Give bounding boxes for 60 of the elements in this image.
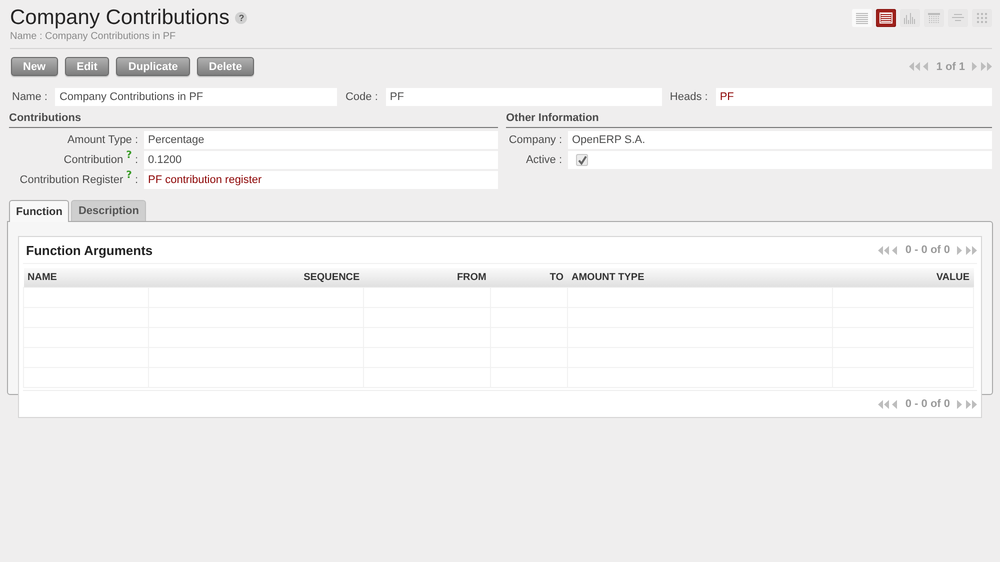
bar-chart-icon	[903, 12, 917, 24]
column-header[interactable]: SEQUENCE	[148, 268, 364, 288]
colon: :	[134, 154, 138, 166]
view-switch-button[interactable]	[852, 9, 872, 27]
record-counter: 1 of 1	[935, 60, 966, 72]
next-icon[interactable]	[957, 246, 963, 254]
field-label: Name :	[12, 91, 48, 103]
first-page-icon[interactable]	[878, 400, 890, 408]
field-label: Heads :	[670, 91, 708, 103]
next-icon[interactable]	[957, 400, 963, 408]
text-field[interactable]: PF	[386, 88, 662, 106]
next-icon[interactable]	[972, 62, 978, 71]
link-field[interactable]: PF	[716, 88, 992, 106]
colon: :	[558, 134, 562, 146]
view-switch-button[interactable]	[924, 9, 944, 27]
first-page-icon[interactable]	[878, 246, 890, 254]
gantt-icon	[951, 12, 965, 24]
help-icon[interactable]: ?	[235, 12, 248, 24]
text-field[interactable]: OpenERP S.A.	[568, 131, 992, 149]
grid-icon	[975, 12, 989, 24]
view-switch-button[interactable]	[972, 9, 992, 27]
list-counter: 0 - 0 of 0	[904, 398, 951, 410]
column-header[interactable]: VALUE	[832, 268, 974, 288]
last-page-icon[interactable]	[966, 246, 977, 254]
tab[interactable]: Description	[71, 200, 146, 221]
text-field[interactable]: 0.1200	[144, 151, 498, 169]
breadcrumb: Name : Company Contributions in PF	[10, 31, 177, 42]
first-page-icon[interactable]	[909, 62, 920, 71]
text-field[interactable]: Percentage	[144, 131, 498, 149]
field-label: Contribution	[64, 154, 124, 166]
column-header[interactable]: FROM	[364, 268, 490, 288]
view-switch-button[interactable]	[900, 9, 920, 27]
last-page-icon[interactable]	[966, 400, 977, 408]
previous-icon[interactable]	[892, 400, 898, 408]
link-field[interactable]: PF contribution register	[144, 171, 498, 189]
field-label: Code :	[345, 91, 378, 103]
list-counter: 0 - 0 of 0	[904, 244, 951, 256]
field-label: Active	[526, 154, 556, 166]
list-view-icon	[855, 12, 869, 24]
view-switch-button[interactable]	[876, 9, 896, 27]
field-label: Company	[508, 134, 556, 146]
list-title: Function Arguments	[25, 242, 153, 258]
tab[interactable]: Function	[9, 200, 70, 222]
colon: :	[134, 134, 138, 146]
previous-icon[interactable]	[892, 246, 898, 254]
column-header[interactable]: AMOUNT TYPE	[567, 268, 832, 288]
form-view-icon	[879, 12, 893, 24]
colon: :	[134, 174, 138, 186]
section-title: Other Information	[506, 112, 992, 128]
field-label: Contribution Register	[20, 174, 124, 186]
column-header[interactable]: NAME	[24, 268, 148, 288]
section-title: Contributions	[9, 112, 498, 128]
last-page-icon[interactable]	[981, 62, 992, 71]
view-switch-button[interactable]	[948, 9, 968, 27]
page-title: Company Contributions	[10, 6, 230, 30]
text-field[interactable]: Company Contributions in PF	[55, 88, 338, 106]
previous-icon[interactable]	[923, 62, 930, 71]
colon: :	[558, 154, 562, 166]
field-label: Amount Type	[67, 134, 132, 146]
column-header[interactable]: TO	[490, 268, 568, 288]
